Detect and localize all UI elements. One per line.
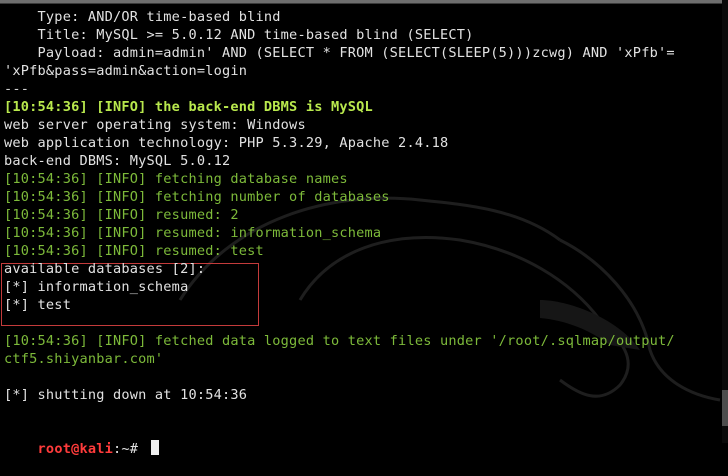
database-item-information-schema: [*] information_schema (4, 279, 189, 295)
scrollbar-thumb[interactable] (722, 390, 728, 426)
resumed-schema-line: [10:54:36] [INFO] resumed: information_s… (4, 225, 382, 241)
logged-line-2: ctf5.shiyanbar.com' (4, 351, 164, 367)
prompt-user-host: root@kali (37, 441, 114, 457)
shutdown-line: [*] shutting down at 10:54:36 (4, 387, 248, 403)
fetch-count-line: [10:54:36] [INFO] fetching number of dat… (4, 189, 390, 205)
separator-line: --- (4, 81, 30, 97)
payload-line-2: 'xPfb&pass=admin&action=login (4, 63, 248, 79)
available-databases-line: available databases [2]: (4, 261, 206, 277)
block-cursor (150, 440, 159, 455)
title-line: Title: MySQL >= 5.0.12 AND time-based bl… (4, 27, 474, 43)
tech-line: web application technology: PHP 5.3.29, … (4, 135, 449, 151)
fetch-names-line: [10:54:36] [INFO] fetching database name… (4, 171, 348, 187)
backend-line: back-end DBMS: MySQL 5.0.12 (4, 153, 231, 169)
resumed-count-line: [10:54:36] [INFO] resumed: 2 (4, 207, 239, 223)
dbms-info-line: [10:54:36] [INFO] the back-end DBMS is M… (4, 99, 373, 115)
resumed-test-line: [10:54:36] [INFO] resumed: test (4, 243, 264, 259)
database-item-test: [*] test (4, 297, 72, 313)
payload-line-1: Payload: admin=admin' AND (SELECT * FROM… (4, 45, 675, 61)
terminal-window[interactable]: Type: AND/OR time-based blind Title: MyS… (0, 0, 728, 457)
shell-prompt[interactable]: root@kali:~# (4, 422, 159, 457)
window-top-edge (0, 0, 728, 4)
os-line: web server operating system: Windows (4, 117, 306, 133)
type-line: Type: AND/OR time-based blind (4, 9, 281, 25)
scrollbar-track[interactable] (722, 0, 728, 443)
prompt-path: :~# (113, 441, 147, 457)
logged-line-1: [10:54:36] [INFO] fetched data logged to… (4, 333, 675, 349)
